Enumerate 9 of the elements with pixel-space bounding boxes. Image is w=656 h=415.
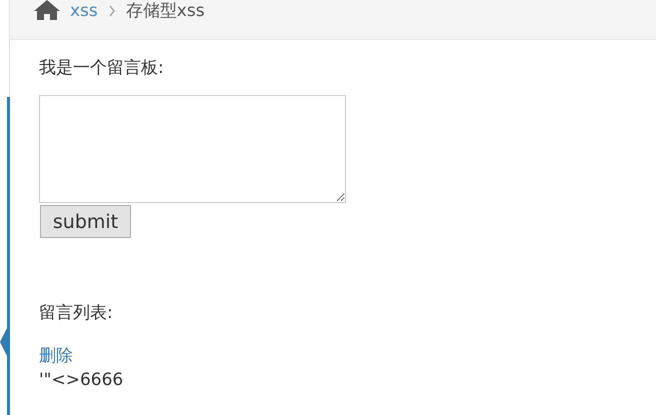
home-icon[interactable]: [34, 0, 60, 20]
message-text: '"<>6666: [39, 369, 124, 392]
submit-button[interactable]: submit: [40, 205, 131, 238]
list-label: 留言列表:: [39, 302, 113, 325]
breadcrumb-link[interactable]: xss: [70, 0, 98, 22]
form-label: 我是一个留言板:: [39, 57, 164, 80]
breadcrumb-current: 存储型xss: [126, 0, 205, 22]
delete-link[interactable]: 删除: [39, 344, 73, 368]
message-field[interactable]: [39, 95, 346, 203]
